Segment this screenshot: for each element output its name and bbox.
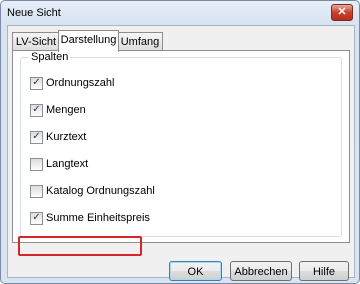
cancel-button[interactable]: Abbrechen [230, 261, 292, 281]
close-icon: ✕ [337, 6, 347, 18]
checkbox-box[interactable]: ✓ [30, 103, 43, 117]
checkbox-ordnungszahl[interactable]: ✓ Ordnungszahl [30, 76, 115, 90]
close-button[interactable]: ✕ [331, 4, 353, 21]
checkbox-label: Katalog Ordnungszahl [46, 185, 155, 197]
tab-darstellung[interactable]: Darstellung [58, 30, 119, 52]
tab-panel: Spalten ✓ Ordnungszahl ✓ Mengen ✓ Kurzte… [12, 50, 350, 256]
checkbox-box[interactable] [30, 184, 43, 198]
tab-lv-sicht[interactable]: LV-Sicht [12, 32, 60, 51]
checkbox-kurztext[interactable]: ✓ Kurztext [30, 130, 86, 144]
checkbox-label: Kurztext [46, 131, 87, 143]
checkbox-mengen[interactable]: ✓ Mengen [30, 103, 86, 117]
checkbox-label: Langtext [46, 158, 89, 170]
checkbox-box[interactable]: ✓ [30, 130, 43, 144]
checkbox-summe-einheitspreis[interactable]: ✓ Summe Einheitspreis [30, 211, 150, 225]
checkbox-langtext[interactable]: Langtext [30, 157, 88, 171]
help-button[interactable]: Hilfe [299, 261, 349, 281]
dialog-client-area: LV-Sicht Darstellung Umfang Spalten ✓ Or… [7, 25, 355, 281]
checkbox-box[interactable] [30, 157, 43, 171]
groupbox-legend: Spalten [29, 51, 71, 63]
dialog-window: Neue Sicht ✕ LV-Sicht Darstellung Umfang… [0, 0, 360, 284]
tab-umfang[interactable]: Umfang [117, 32, 163, 51]
ok-button[interactable]: OK [169, 261, 222, 281]
checkbox-box[interactable]: ✓ [30, 211, 43, 225]
checkmark-icon: ✓ [32, 212, 41, 223]
columns-groupbox: Spalten ✓ Ordnungszahl ✓ Mengen ✓ Kurzte… [20, 51, 342, 237]
tab-label: LV-Sicht [15, 36, 57, 48]
title-bar[interactable]: Neue Sicht ✕ [1, 1, 359, 25]
checkbox-label: Mengen [46, 104, 86, 116]
checkmark-icon: ✓ [32, 104, 41, 115]
window-title: Neue Sicht [7, 7, 61, 19]
tab-label: Umfang [120, 36, 160, 48]
checkmark-icon: ✓ [32, 131, 41, 142]
checkbox-label: Ordnungszahl [46, 77, 115, 89]
checkbox-katalog-ordnungszahl[interactable]: Katalog Ordnungszahl [30, 184, 155, 198]
highlight-box [18, 236, 142, 256]
checkbox-label: Summe Einheitspreis [46, 212, 150, 224]
tab-label: Darstellung [60, 34, 117, 46]
checkmark-icon: ✓ [32, 77, 41, 88]
checkbox-box[interactable]: ✓ [30, 76, 43, 90]
